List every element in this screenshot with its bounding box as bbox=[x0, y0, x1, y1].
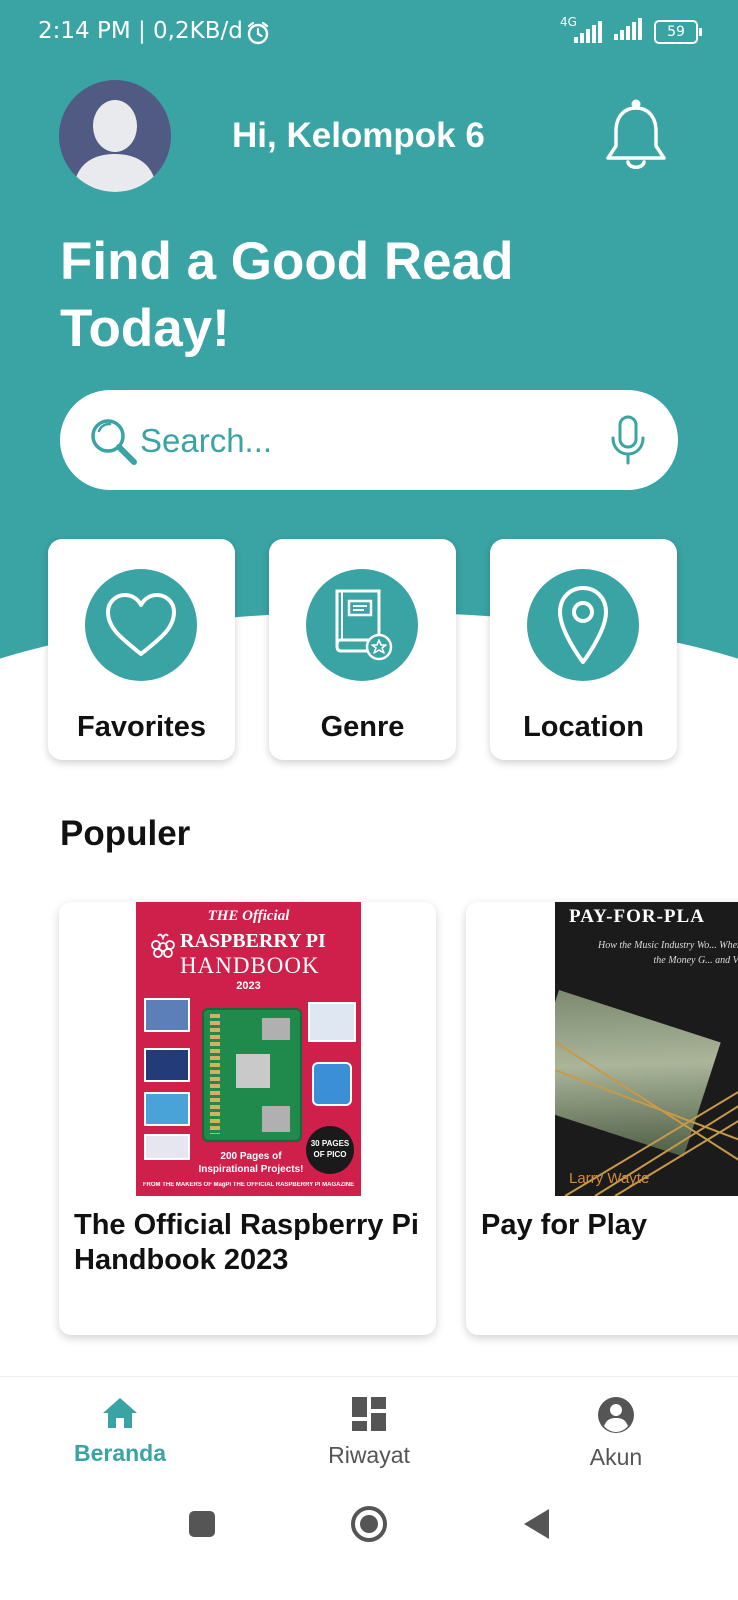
dashboard-icon bbox=[352, 1397, 386, 1431]
home-button-icon[interactable] bbox=[349, 1504, 389, 1544]
nav-label-akun: Akun bbox=[589, 1444, 643, 1470]
back-icon[interactable] bbox=[521, 1507, 551, 1541]
heart-icon bbox=[106, 593, 176, 656]
section-title-popular: Populer bbox=[60, 814, 191, 853]
cover-author: Larry Wayte bbox=[569, 1170, 650, 1187]
search-bar[interactable] bbox=[60, 390, 678, 490]
cover-thumb bbox=[308, 1002, 356, 1042]
bottom-nav: Beranda Riwayat Akun bbox=[0, 1376, 738, 1489]
search-input[interactable] bbox=[138, 415, 582, 467]
location-label: Location bbox=[523, 711, 644, 743]
mic-icon[interactable] bbox=[608, 414, 648, 471]
nav-item-beranda[interactable]: Beranda bbox=[40, 1395, 200, 1467]
cover-tag: THE Official bbox=[207, 908, 290, 924]
cover-thumb bbox=[312, 1062, 352, 1106]
book-icon bbox=[335, 589, 393, 661]
home-icon bbox=[103, 1398, 137, 1428]
cover-thumb bbox=[144, 1092, 190, 1126]
status-time: 2:14 PM | 0,2KB/d bbox=[38, 18, 243, 44]
recent-apps-icon[interactable] bbox=[187, 1509, 217, 1539]
book-card[interactable]: PAY-FOR-PLA How the Music Industry Wo...… bbox=[466, 902, 738, 1335]
cover-footer: FROM THE MAKERS OF MagPi THE OFFICIAL RA… bbox=[142, 1182, 355, 1188]
cover-year: 2023 bbox=[236, 980, 261, 992]
cover-board-image bbox=[202, 1008, 302, 1142]
cover-promo: 200 Pages of Inspirational Projects! bbox=[198, 1151, 304, 1175]
guitar-strings-icon bbox=[555, 1041, 738, 1196]
status-indicators: 4G 59 bbox=[560, 15, 702, 47]
nav-item-riwayat[interactable]: Riwayat bbox=[289, 1395, 449, 1469]
location-pin-icon bbox=[558, 586, 608, 664]
nav-label-riwayat: Riwayat bbox=[328, 1442, 410, 1468]
signal-icon bbox=[612, 16, 646, 47]
account-icon bbox=[598, 1397, 634, 1433]
cover-thumb bbox=[144, 998, 190, 1032]
system-navigation-bar bbox=[0, 1488, 738, 1600]
cover-brand: RASPBERRY PI bbox=[180, 930, 326, 952]
favorites-button[interactable]: Favorites bbox=[48, 539, 235, 760]
search-icon[interactable] bbox=[88, 416, 140, 473]
location-button[interactable]: Location bbox=[490, 539, 677, 760]
book-title: Pay for Play bbox=[481, 1209, 648, 1241]
avatar-icon bbox=[73, 100, 157, 192]
greeting-text: Hi, Kelompok 6 bbox=[232, 116, 485, 155]
genre-icon-circle bbox=[306, 569, 418, 681]
nav-item-akun[interactable]: Akun bbox=[536, 1395, 696, 1471]
cover-badge: 30 PAGES OF PICO bbox=[306, 1126, 354, 1174]
book-cover-image: PAY-FOR-PLA How the Music Industry Wo...… bbox=[555, 902, 738, 1196]
alarm-icon bbox=[245, 20, 271, 51]
cover-thumb bbox=[144, 1134, 190, 1160]
status-bar: 2:14 PM | 0,2KB/d 4G 59 bbox=[0, 0, 738, 66]
battery-icon: 59 bbox=[654, 19, 702, 44]
signal-icon: 4G bbox=[560, 15, 604, 45]
book-title: The Official Raspberry Pi Handbook 2023 bbox=[74, 1209, 419, 1276]
avatar[interactable] bbox=[59, 80, 171, 192]
raspberry-logo-icon bbox=[151, 933, 175, 958]
favorites-label: Favorites bbox=[77, 711, 206, 743]
book-card[interactable]: THE Official RASPBERRY PI HANDBOOK 2023 … bbox=[59, 902, 436, 1335]
cover-subtitle: HANDBOOK bbox=[180, 953, 320, 978]
bell-icon[interactable] bbox=[603, 98, 669, 181]
genre-button[interactable]: Genre bbox=[269, 539, 456, 760]
nav-label-beranda: Beranda bbox=[73, 1440, 167, 1466]
book-cover-image: THE Official RASPBERRY PI HANDBOOK 2023 … bbox=[136, 902, 361, 1196]
genre-label: Genre bbox=[320, 711, 405, 743]
page-title: Find a Good Read Today! bbox=[60, 232, 514, 358]
location-icon-circle bbox=[527, 569, 639, 681]
favorites-icon-circle bbox=[85, 569, 197, 681]
cover-thumb bbox=[144, 1048, 190, 1082]
